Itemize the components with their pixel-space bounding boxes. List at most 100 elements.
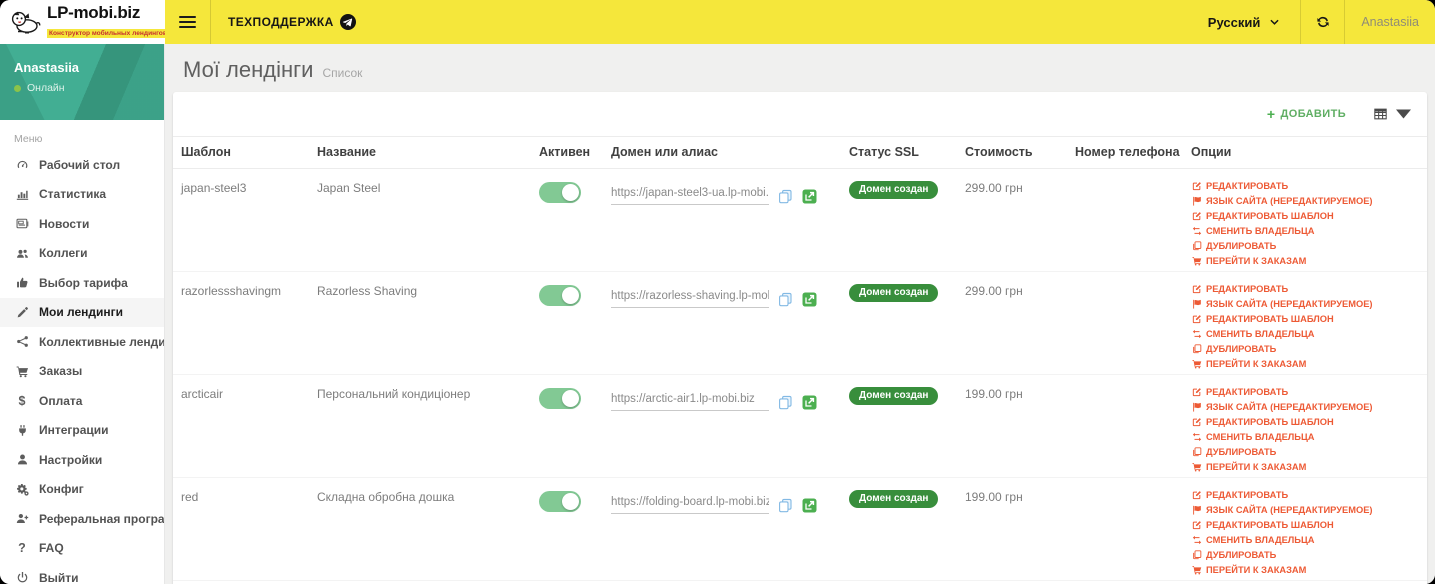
ssl-status-badge: Домен создан [849, 490, 939, 508]
row-phone [1067, 374, 1183, 478]
option-cart[interactable]: ПЕРЕЙТИ К ЗАКАЗАМ [1191, 565, 1419, 575]
telegram-icon [339, 14, 356, 30]
add-button[interactable]: + ДОБАВИТЬ [1267, 107, 1346, 121]
option-flag[interactable]: ЯЗЫК САЙТА (НЕРЕДАКТИРУЕМОЕ) [1191, 505, 1419, 515]
copy-icon[interactable] [778, 292, 793, 307]
sidebar-item-0[interactable]: Рабочий стол [0, 150, 164, 180]
option-edit[interactable]: РЕДАКТИРОВАТЬ ШАБЛОН [1191, 314, 1419, 324]
option-flag[interactable]: ЯЗЫК САЙТА (НЕРЕДАКТИРУЕМОЕ) [1191, 196, 1419, 206]
sidebar-item-8[interactable]: $ Оплата [0, 386, 164, 416]
sidebar-menu: Рабочий стол Статистика Новости Коллеги Выбо… [0, 150, 164, 584]
external-link-icon[interactable] [802, 395, 817, 410]
option-label: ЯЗЫК САЙТА (НЕРЕДАКТИРУЕМОЕ) [1206, 505, 1373, 515]
sidebar-item-1[interactable]: Статистика [0, 180, 164, 210]
external-link-icon[interactable] [802, 498, 817, 513]
sidebar-item-5[interactable]: Мои лендинги [0, 297, 164, 327]
flag-icon [1191, 505, 1202, 515]
sidebar-item-label: Рабочий стол [39, 157, 121, 172]
row-options: РЕДАКТИРОВАТЬ ЯЗЫК САЙТА (НЕРЕДАКТИРУЕМОЕ… [1191, 284, 1419, 369]
option-label: ДУБЛИРОВАТЬ [1206, 550, 1277, 560]
option-label: РЕДАКТИРОВАТЬ ШАБЛОН [1206, 211, 1334, 221]
active-toggle[interactable] [539, 388, 581, 409]
option-flag[interactable]: ЯЗЫК САЙТА (НЕРЕДАКТИРУЕМОЕ) [1191, 402, 1419, 412]
sidebar-item-7[interactable]: Заказы [0, 357, 164, 387]
row-title: Складна обробна дошка [309, 477, 531, 581]
option-edit[interactable]: РЕДАКТИРОВАТЬ [1191, 387, 1419, 397]
sidebar-item-10[interactable]: Настройки [0, 445, 164, 475]
sidebar-item-13[interactable]: ? FAQ [0, 534, 164, 564]
option-exchange[interactable]: СМЕНИТЬ ВЛАДЕЛЬЦА [1191, 535, 1419, 545]
option-duplicate[interactable]: ДУБЛИРОВАТЬ [1191, 550, 1419, 560]
user-menu[interactable]: Anastasiia [1344, 0, 1435, 44]
row-price: 499.00 грн [957, 580, 1067, 584]
top-header: LP-mobi.biz Конструктор мобильных лендин… [0, 0, 1435, 44]
option-duplicate[interactable]: ДУБЛИРОВАТЬ [1191, 344, 1419, 354]
sidebar-user-status: Онлайн [14, 82, 164, 94]
sidebar-item-3[interactable]: Коллеги [0, 239, 164, 269]
external-link-icon[interactable] [802, 189, 817, 204]
option-exchange[interactable]: СМЕНИТЬ ВЛАДЕЛЬЦА [1191, 226, 1419, 236]
domain-input[interactable] [611, 186, 769, 205]
table-row: clothes and shoes Чоловічі кросівки Доме… [173, 580, 1427, 584]
sidebar-user-panel: Anastasiia Онлайн [0, 44, 164, 120]
option-cart[interactable]: ПЕРЕЙТИ К ЗАКАЗАМ [1191, 462, 1419, 472]
row-template-name: japan-steel3 [181, 181, 247, 195]
ssl-status-badge: Домен создан [849, 387, 939, 405]
language-dropdown[interactable]: Русский [1190, 0, 1301, 44]
domain-input[interactable] [611, 495, 769, 514]
option-label: ДУБЛИРОВАТЬ [1206, 241, 1277, 251]
sidebar-item-11[interactable]: Конфиг [0, 475, 164, 505]
external-link-icon[interactable] [802, 292, 817, 307]
option-flag[interactable]: ЯЗЫК САЙТА (НЕРЕДАКТИРУЕМОЕ) [1191, 299, 1419, 309]
sidebar-item-12[interactable]: Реферальная программа [0, 504, 164, 534]
column-header: Активен [531, 136, 603, 169]
option-label: ДУБЛИРОВАТЬ [1206, 344, 1277, 354]
sidebar-item-label: Заказы [39, 364, 83, 379]
cart-icon [1191, 359, 1202, 369]
sidebar-item-4[interactable]: Выбор тарифа [0, 268, 164, 298]
option-cart[interactable]: ПЕРЕЙТИ К ЗАКАЗАМ [1191, 256, 1419, 266]
edit-icon [1191, 211, 1202, 221]
option-edit[interactable]: РЕДАКТИРОВАТЬ [1191, 181, 1419, 191]
table-view-dropdown[interactable] [1372, 107, 1411, 121]
active-toggle[interactable] [539, 182, 581, 203]
active-toggle[interactable] [539, 491, 581, 512]
sidebar-item-2[interactable]: Новости [0, 209, 164, 239]
sidebar-item-label: Реферальная программа [39, 511, 165, 526]
copy-icon[interactable] [778, 189, 793, 204]
online-dot-icon [14, 84, 21, 92]
refresh-icon [1315, 15, 1331, 29]
option-edit[interactable]: РЕДАКТИРОВАТЬ ШАБЛОН [1191, 211, 1419, 221]
copy-icon[interactable] [778, 498, 793, 513]
sidebar-item-9[interactable]: Интеграции [0, 416, 164, 446]
logo[interactable]: LP-mobi.biz Конструктор мобильных лендин… [0, 0, 169, 44]
exchange-icon [1191, 432, 1202, 442]
active-toggle[interactable] [539, 285, 581, 306]
menu-toggle-button[interactable] [165, 0, 211, 44]
option-duplicate[interactable]: ДУБЛИРОВАТЬ [1191, 447, 1419, 457]
option-edit[interactable]: РЕДАКТИРОВАТЬ [1191, 490, 1419, 500]
sidebar-item-14[interactable]: Выйти [0, 563, 164, 584]
option-exchange[interactable]: СМЕНИТЬ ВЛАДЕЛЬЦА [1191, 432, 1419, 442]
option-label: РЕДАКТИРОВАТЬ [1206, 490, 1289, 500]
option-edit[interactable]: РЕДАКТИРОВАТЬ ШАБЛОН [1191, 520, 1419, 530]
sidebar-item-label: Мои лендинги [39, 305, 124, 320]
option-cart[interactable]: ПЕРЕЙТИ К ЗАКАЗАМ [1191, 359, 1419, 369]
option-edit[interactable]: РЕДАКТИРОВАТЬ ШАБЛОН [1191, 417, 1419, 427]
option-edit[interactable]: РЕДАКТИРОВАТЬ [1191, 284, 1419, 294]
refresh-button[interactable] [1300, 0, 1344, 44]
option-exchange[interactable]: СМЕНИТЬ ВЛАДЕЛЬЦА [1191, 329, 1419, 339]
exchange-icon [1191, 226, 1202, 236]
row-title: Razorless Shaving [309, 271, 531, 375]
option-label: ПЕРЕЙТИ К ЗАКАЗАМ [1206, 462, 1307, 472]
cart-icon [1191, 256, 1202, 266]
chart-icon [14, 187, 30, 201]
option-duplicate[interactable]: ДУБЛИРОВАТЬ [1191, 241, 1419, 251]
domain-input[interactable] [611, 289, 769, 308]
row-options: РЕДАКТИРОВАТЬ ЯЗЫК САЙТА (НЕРЕДАКТИРУЕМОЕ… [1191, 181, 1419, 266]
support-link[interactable]: ТЕХПОДДЕРЖКА [228, 0, 356, 44]
sidebar-item-6[interactable]: Коллективные лендинги [0, 327, 164, 357]
dog-logo-icon [9, 9, 41, 35]
copy-icon[interactable] [778, 395, 793, 410]
domain-input[interactable] [611, 392, 769, 411]
